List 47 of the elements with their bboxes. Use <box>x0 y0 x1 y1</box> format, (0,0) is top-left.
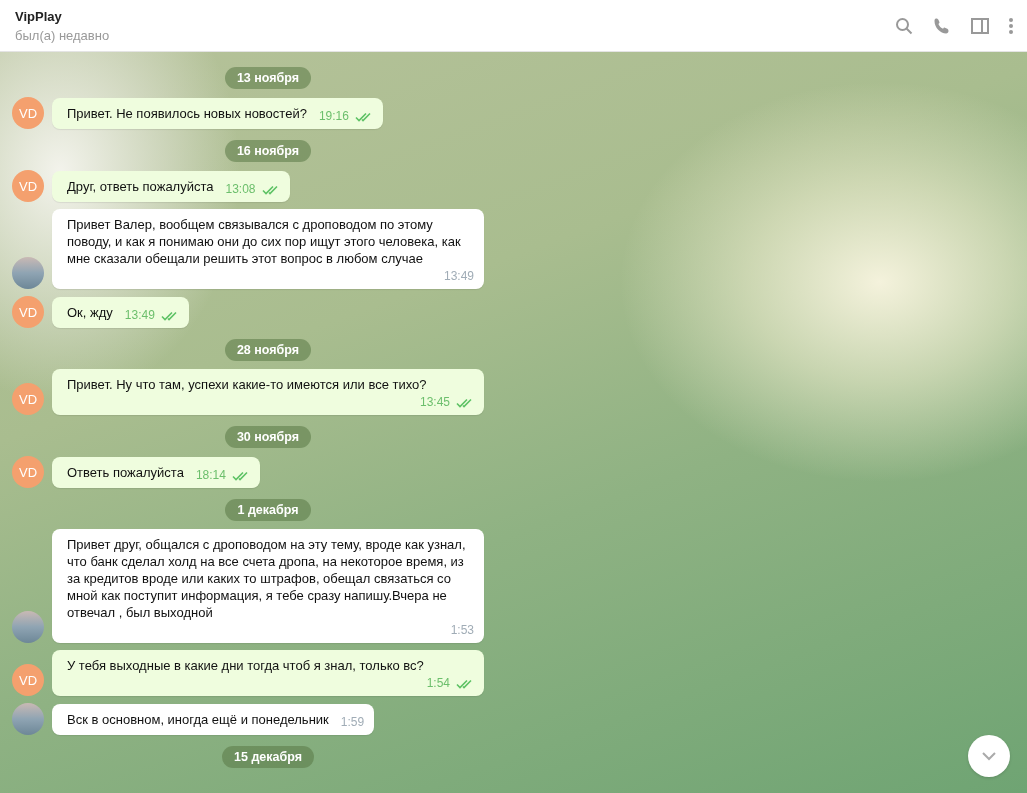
message-text: Привет Валер, вообщем связывался с дроповодом по этому поводу, и как я понимаю они до сих пор ищут этого человека, как мне сказали обещали решить этот вопрос в любом случае <box>67 216 462 267</box>
date-divider: 30 ноября <box>224 426 312 448</box>
avatar-photo-placeholder[interactable] <box>12 611 44 643</box>
scroll-down-button[interactable] <box>968 735 1010 777</box>
avatar-photo-placeholder[interactable] <box>12 257 44 289</box>
message-text: Друг, ответь пожалуйста <box>67 178 214 195</box>
message-time: 18:14 <box>195 468 226 483</box>
double-check-icon <box>231 470 250 481</box>
double-check-icon <box>456 678 474 689</box>
avatar-photo-placeholder[interactable] <box>12 703 44 735</box>
message-time: 13:49 <box>124 308 155 323</box>
message-time: 19:16 <box>318 109 349 124</box>
date-divider: 15 декабря <box>222 746 314 768</box>
message-time: 1:54 <box>426 676 450 691</box>
date-divider: 28 ноября <box>224 339 312 361</box>
message-text: Ок, жду <box>67 304 113 321</box>
double-check-icon <box>354 111 373 122</box>
user-avatar[interactable]: VD <box>12 97 44 129</box>
search-icon[interactable] <box>895 16 913 35</box>
chat-title[interactable]: VipPlay <box>15 8 62 24</box>
user-avatar[interactable]: VD <box>12 456 44 488</box>
sidebar-panel-icon[interactable] <box>971 17 989 34</box>
double-check-icon <box>261 184 280 195</box>
message-text: Вск в основном, иногда ещё и понедельник <box>67 711 329 728</box>
message-text: У тебя выходные в какие дни тогда чтоб я знал, только вс? <box>67 657 424 674</box>
message-time: 13:08 <box>225 182 256 197</box>
double-check-icon <box>160 310 179 321</box>
user-avatar[interactable]: VD <box>12 296 44 328</box>
chevron-down-icon <box>981 751 997 761</box>
date-divider: 13 ноября <box>224 67 312 89</box>
message-time: 1:59 <box>340 715 365 730</box>
message-time: 1:53 <box>450 623 474 638</box>
message-time: 13:49 <box>443 269 474 284</box>
message-text: Ответь пожалуйста <box>67 464 184 481</box>
user-avatar[interactable]: VD <box>12 170 44 202</box>
message-time: 13:45 <box>419 395 450 410</box>
user-avatar[interactable]: VD <box>12 383 44 415</box>
phone-icon[interactable] <box>933 16 951 35</box>
message-text: Привет друг, общался с дроповодом на эту тему, вроде как узнал, что банк сделал холд на все счета дропа, на некоторое время, из за кредитов вроде или каких то штрафов, обещал связаться со мной как поступит информация, я тебе сразу напишу.Вчера не отвечал , был выходной <box>67 536 467 621</box>
more-menu-icon[interactable] <box>1009 16 1013 35</box>
chat-status: был(а) недавно <box>15 27 110 43</box>
double-check-icon <box>456 397 474 408</box>
message-text: Привет. Ну что там, успехи какие-то имеются или все тихо? <box>67 376 427 393</box>
date-divider: 1 декабря <box>225 499 311 521</box>
message-text: Привет. Не появилось новых новостей? <box>67 105 307 122</box>
date-divider: 16 ноября <box>224 140 312 162</box>
user-avatar[interactable]: VD <box>12 664 44 696</box>
